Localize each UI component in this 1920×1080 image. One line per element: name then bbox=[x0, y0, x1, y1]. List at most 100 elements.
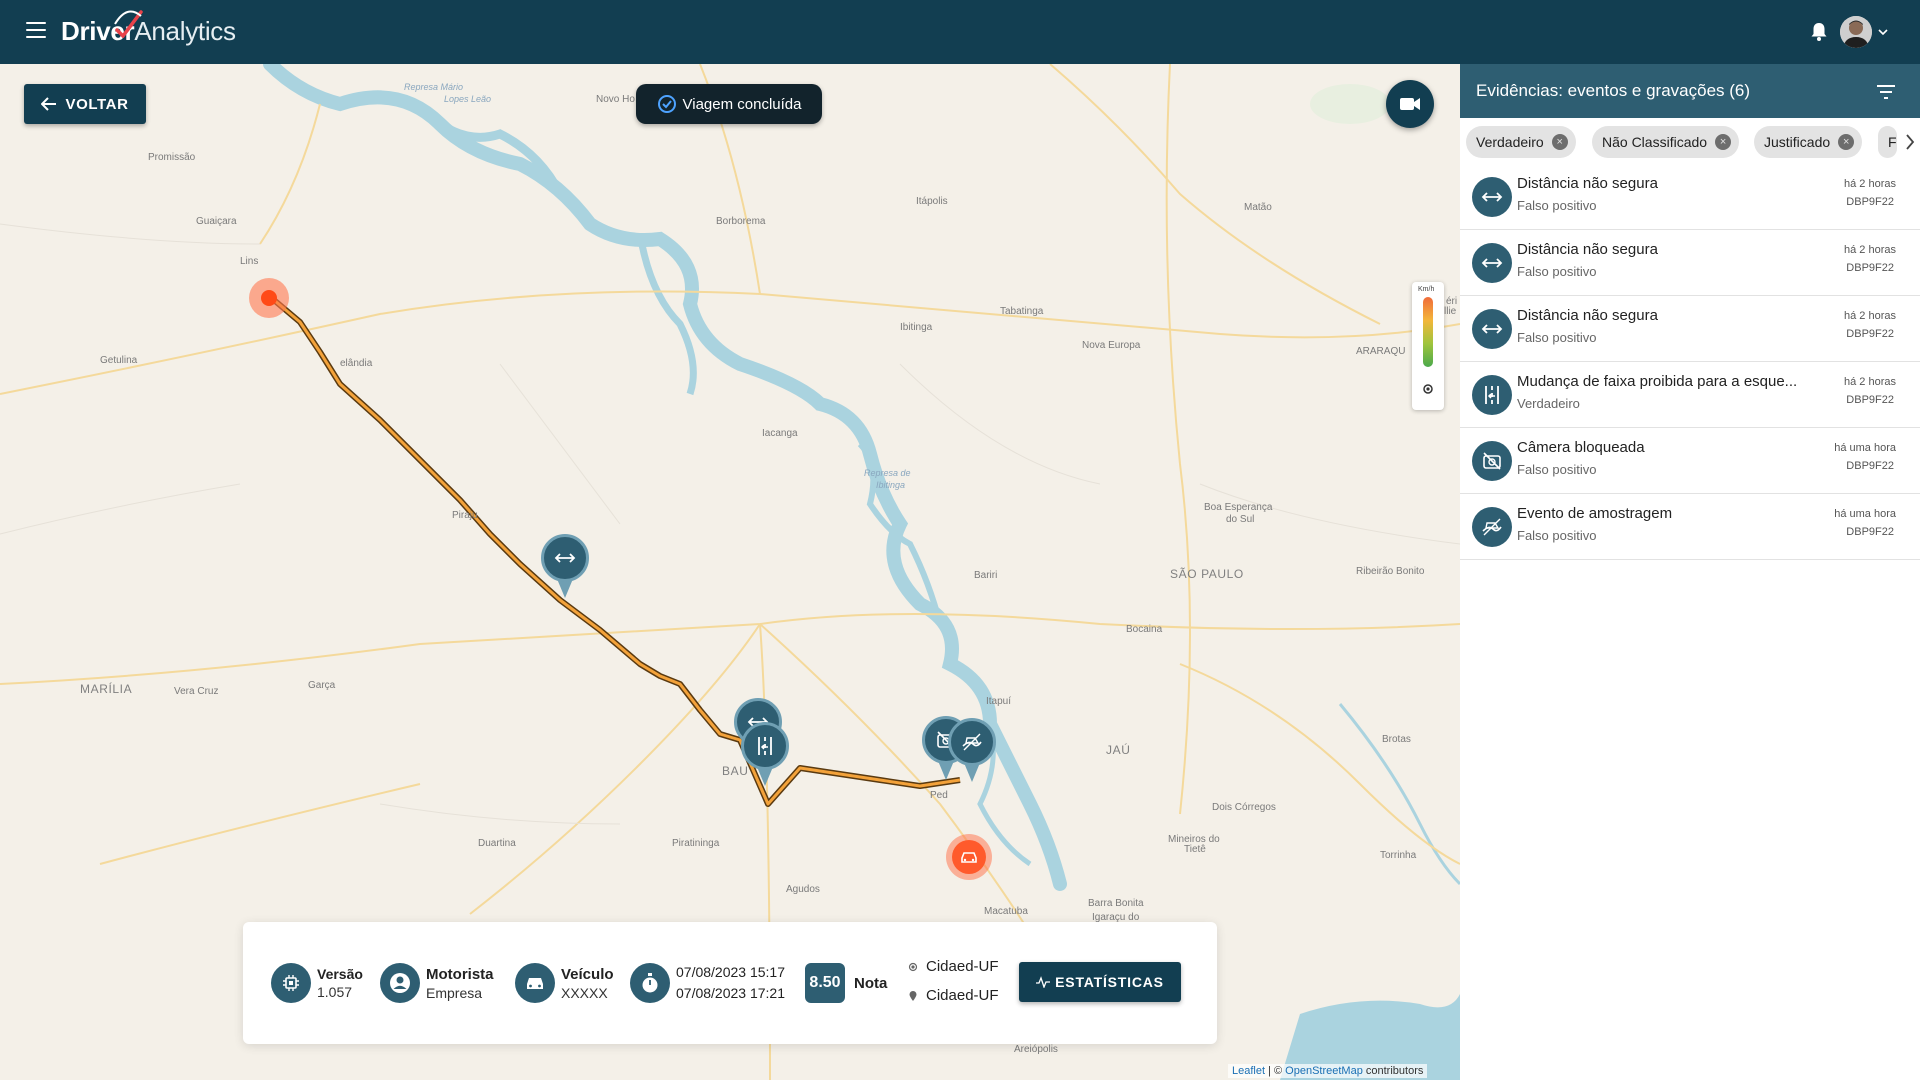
place-label: Torrinha bbox=[1380, 850, 1417, 861]
origin-city: Cidaed-UF bbox=[926, 958, 999, 975]
trip-info-card: Versão 1.057 Motorista Empresa Veículo XXXX… bbox=[243, 922, 1217, 1044]
evidence-list-item[interactable]: Distância não segura Falso positivo há 2… bbox=[1460, 296, 1920, 362]
place-label: Borborema bbox=[716, 216, 766, 227]
back-button-label: VOLTAR bbox=[65, 95, 129, 113]
event-plate: DBP9F22 bbox=[1846, 460, 1894, 472]
back-button[interactable]: VOLTAR bbox=[24, 84, 146, 124]
version-info: Versão 1.057 bbox=[271, 922, 363, 1044]
filter-chip[interactable]: Justificado × bbox=[1754, 126, 1863, 158]
start-time: 07/08/2023 15:17 bbox=[676, 964, 785, 980]
filter-chip-label: Não Classificado bbox=[1602, 134, 1708, 150]
place-label: Itapuí bbox=[986, 696, 1012, 707]
event-time: há 2 horas bbox=[1844, 244, 1896, 256]
speed-unit-label: Km/h bbox=[1418, 286, 1435, 293]
place-label: JAÚ bbox=[1106, 743, 1131, 757]
place-label: Lins bbox=[240, 256, 259, 267]
place-label: Ibitinga bbox=[900, 322, 933, 333]
filter-chip[interactable]: F bbox=[1878, 126, 1897, 158]
stopwatch-icon bbox=[642, 973, 658, 993]
place-label: do Sul bbox=[1226, 514, 1255, 525]
evidence-list-item[interactable]: Mudança de faixa proibida para a esque..… bbox=[1460, 362, 1920, 428]
filter-icon[interactable] bbox=[1876, 84, 1896, 100]
route-cities: Cidaed-UF Cidaed-UF bbox=[908, 952, 999, 1010]
place-label: Piratininga bbox=[672, 838, 720, 849]
event-plate: DBP9F22 bbox=[1846, 196, 1894, 208]
place-label: SÃO PAULO bbox=[1170, 567, 1244, 581]
event-status: Falso positivo bbox=[1517, 198, 1597, 213]
evidence-list-item[interactable]: Distância não segura Falso positivo há 2… bbox=[1460, 164, 1920, 230]
driver-label: Motorista bbox=[426, 965, 494, 983]
car-icon bbox=[961, 852, 977, 863]
event-time: há 2 horas bbox=[1844, 310, 1896, 322]
event-title: Distância não segura bbox=[1517, 307, 1658, 324]
lane-change-icon bbox=[1485, 386, 1499, 404]
place-label: Ibitinga bbox=[876, 480, 906, 490]
openstreetmap-link[interactable]: OpenStreetMap bbox=[1285, 1065, 1363, 1077]
event-title: Mudança de faixa proibida para a esque..… bbox=[1517, 373, 1798, 390]
remove-chip-icon[interactable]: × bbox=[1551, 134, 1568, 150]
place-label: Garça bbox=[308, 680, 336, 691]
leaflet-link[interactable]: Leaflet bbox=[1232, 1065, 1265, 1077]
logo-check-mark bbox=[114, 10, 143, 38]
lane-change-icon bbox=[758, 737, 772, 755]
place-label: Vera Cruz bbox=[174, 686, 219, 697]
distance-icon bbox=[554, 553, 576, 563]
place-label: Ped bbox=[930, 790, 948, 801]
place-label: Bariri bbox=[974, 570, 998, 581]
driver-value: Empresa bbox=[426, 984, 483, 1001]
event-plate: DBP9F22 bbox=[1846, 328, 1894, 340]
chips-scroll-right-button[interactable] bbox=[1900, 126, 1920, 158]
user-avatar[interactable] bbox=[1840, 16, 1872, 48]
filter-chip-label: Justificado bbox=[1764, 134, 1831, 150]
place-label: Getulina bbox=[100, 355, 138, 366]
event-status: Verdadeiro bbox=[1517, 396, 1580, 411]
place-label: Promissão bbox=[148, 152, 196, 163]
place-label: Lopes Leão bbox=[444, 94, 492, 104]
trip-map[interactable]: Promissão Guaiçara Lins Getulina Represa… bbox=[0, 64, 1460, 1080]
filter-chip[interactable]: Verdadeiro × bbox=[1466, 126, 1576, 158]
vehicle-info: Veículo XXXXX bbox=[515, 922, 614, 1044]
notification-bell-icon[interactable] bbox=[1810, 22, 1828, 42]
place-label: Barra Bonita bbox=[1088, 898, 1144, 909]
map-attribution: Leaflet | © OpenStreetMap contributors bbox=[1228, 1064, 1428, 1078]
locate-icon[interactable] bbox=[1421, 382, 1435, 396]
filter-chip[interactable]: Não Classificado × bbox=[1592, 126, 1740, 158]
evidence-list-item[interactable]: Evento de amostragem Falso positivo há u… bbox=[1460, 494, 1920, 560]
check-circle-icon bbox=[657, 95, 676, 113]
video-camera-icon bbox=[1400, 98, 1420, 110]
event-time: há 2 horas bbox=[1844, 178, 1896, 190]
trip-start-marker[interactable] bbox=[249, 278, 289, 318]
place-label: Nova Europa bbox=[1082, 340, 1141, 351]
event-time: há 2 horas bbox=[1844, 376, 1896, 388]
place-label: Tabatinga bbox=[1000, 306, 1044, 317]
place-label: ARARAQU bbox=[1356, 346, 1406, 357]
driver-info: Motorista Empresa bbox=[380, 922, 494, 1044]
menu-icon[interactable] bbox=[26, 22, 46, 38]
event-plate: DBP9F22 bbox=[1846, 394, 1894, 406]
trip-end-marker[interactable] bbox=[946, 834, 992, 880]
event-marker-lane-change[interactable] bbox=[741, 722, 789, 788]
chevron-down-icon[interactable] bbox=[1878, 28, 1888, 36]
remove-chip-icon[interactable]: × bbox=[1838, 134, 1855, 150]
attribution-separator: | © bbox=[1265, 1065, 1286, 1077]
place-label: MARÍLIA bbox=[80, 682, 133, 696]
evidence-panel: Evidências: eventos e gravações (6) Verd… bbox=[1460, 64, 1920, 1080]
trip-status-badge: Viagem concluída bbox=[636, 84, 822, 124]
statistics-button[interactable]: ESTATÍSTICAS bbox=[1019, 962, 1181, 1002]
place-label: Novo Ho bbox=[596, 94, 635, 105]
place-label: Brotas bbox=[1382, 734, 1411, 745]
event-marker-distance[interactable] bbox=[541, 534, 589, 600]
arrow-left-icon bbox=[41, 97, 57, 111]
place-label: llie bbox=[1444, 306, 1457, 317]
event-marker-sampling[interactable] bbox=[948, 718, 996, 784]
destination-pin-icon bbox=[909, 990, 917, 1001]
remove-chip-icon[interactable]: × bbox=[1715, 134, 1732, 150]
sampling-icon bbox=[962, 733, 982, 751]
vehicle-label: Veículo bbox=[561, 965, 614, 983]
score-badge: 8.50 bbox=[805, 963, 845, 1003]
evidence-list-item[interactable]: Câmera bloqueada Falso positivo há uma h… bbox=[1460, 428, 1920, 494]
camera-blocked-icon bbox=[1483, 452, 1501, 470]
place-label: Agudos bbox=[786, 884, 820, 895]
evidence-list-item[interactable]: Distância não segura Falso positivo há 2… bbox=[1460, 230, 1920, 296]
video-camera-button[interactable] bbox=[1386, 80, 1434, 128]
